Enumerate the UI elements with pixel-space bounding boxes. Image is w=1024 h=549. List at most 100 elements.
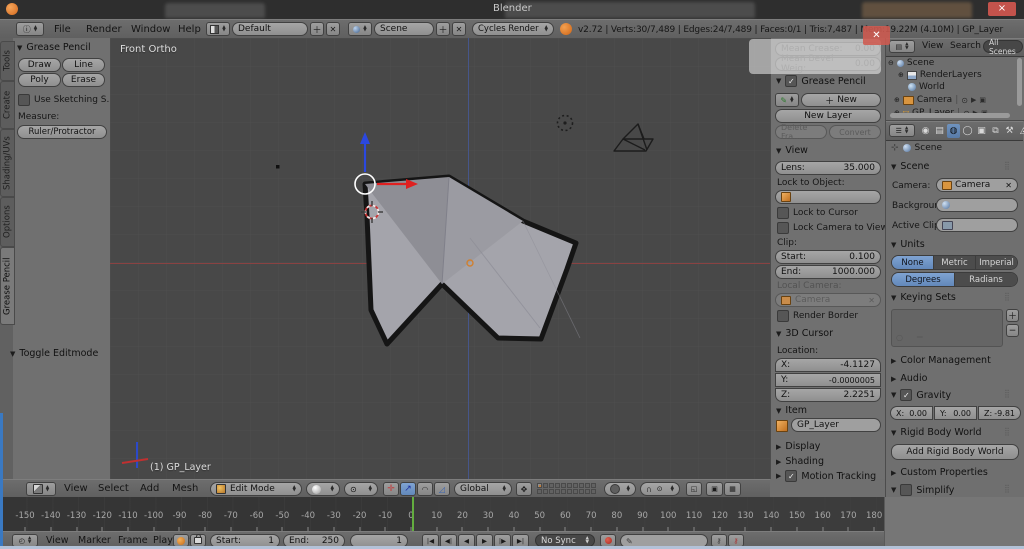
keying-sets-panel[interactable]: ▼Keying Sets: [891, 292, 956, 303]
menu-search[interactable]: Search: [950, 41, 981, 51]
add-rigid-body-world-button[interactable]: Add Rigid Body World: [891, 444, 1019, 460]
menu-file[interactable]: File: [54, 24, 71, 35]
layer-cell[interactable]: [549, 489, 554, 494]
expander-icon[interactable]: ⊖: [888, 59, 894, 67]
tab-object[interactable]: ▣: [975, 124, 988, 138]
units-system-segment[interactable]: None Metric Imperial: [891, 255, 1018, 270]
restrict-render-icon[interactable]: ▣: [979, 96, 986, 104]
layers-widget[interactable]: [537, 483, 596, 494]
manipulator-axes-button[interactable]: ✛: [383, 482, 399, 496]
menu-marker[interactable]: Marker: [78, 535, 111, 546]
tab-constraints[interactable]: ⧉: [989, 124, 1002, 138]
outliner-row-world[interactable]: World: [908, 81, 945, 93]
layer-cell[interactable]: [591, 489, 596, 494]
tab-physics[interactable]: ◬: [1017, 124, 1024, 138]
snap-select[interactable]: ∩⊙▲▼: [640, 482, 680, 496]
layer-cell[interactable]: [591, 483, 596, 488]
lock-camera-row[interactable]: Lock Camera to View: [777, 222, 888, 234]
simplify-panel[interactable]: ▼Simplify: [891, 484, 954, 496]
menu-view[interactable]: View: [64, 483, 88, 494]
menu-frame[interactable]: Frame: [118, 535, 148, 546]
tab-modifiers[interactable]: ⚒: [1003, 124, 1016, 138]
layer-cell[interactable]: [585, 489, 590, 494]
tab-scene[interactable]: ◍: [947, 124, 960, 138]
remove-keying-set-button[interactable]: −: [1006, 324, 1019, 337]
menu-add[interactable]: Add: [140, 483, 159, 494]
grease-pencil-panel-header[interactable]: ▼Grease Pencil: [17, 42, 91, 53]
outliner-row-camera[interactable]: ⊕ Camera | ⊙ ▶ ▣: [894, 94, 986, 106]
expander-icon[interactable]: ⊕: [898, 71, 904, 79]
menu-view[interactable]: View: [922, 41, 943, 51]
proportional-edit-select[interactable]: ▲▼: [604, 482, 636, 496]
scene-icon-button[interactable]: ▲▼: [348, 22, 372, 36]
menu-select[interactable]: Select: [98, 483, 129, 494]
poly-button[interactable]: Poly: [18, 73, 61, 87]
screen-layout-field[interactable]: Default: [232, 22, 308, 36]
viewport-shading-select[interactable]: ▲▼: [306, 482, 340, 496]
camera-field[interactable]: Camera✕: [936, 178, 1018, 192]
scene-panel[interactable]: ▼Scene: [891, 161, 929, 172]
screen-layout-icon-button[interactable]: ▲▼: [206, 22, 230, 36]
clip-start-field[interactable]: Start:0.100: [775, 250, 881, 264]
color-management-panel[interactable]: ▶Color Management: [891, 355, 991, 366]
layer-cell[interactable]: [585, 483, 590, 488]
render-engine-select[interactable]: Cycles Render▲▼: [472, 22, 554, 36]
viewport-3d[interactable]: Front Ortho (1) GP_Layer: [110, 38, 770, 479]
cursor-y-field[interactable]: Y:-0.0000005: [775, 373, 881, 387]
local-camera-field[interactable]: Camera✕: [775, 293, 881, 307]
layer-cell[interactable]: [543, 483, 548, 488]
layer-cell[interactable]: [573, 483, 578, 488]
units-rotation-segment[interactable]: Degrees Radians: [891, 272, 1018, 287]
add-scene-button[interactable]: ＋: [436, 22, 450, 36]
view-panel[interactable]: ▼View: [776, 145, 808, 156]
checkbox-checked-icon[interactable]: ✓: [785, 75, 797, 87]
editor-type-button[interactable]: ▤▲▼: [889, 40, 915, 53]
browser-tab[interactable]: [862, 2, 972, 18]
layer-cell[interactable]: [549, 483, 554, 488]
add-keying-set-button[interactable]: ＋: [1006, 309, 1019, 322]
mode-select[interactable]: Edit Mode▲▼: [210, 482, 302, 496]
toggle-editmode-panel-header[interactable]: ▼Toggle Editmode: [10, 348, 98, 359]
close-button[interactable]: ×: [988, 2, 1016, 16]
cursor-z-field[interactable]: Z:2.2251: [775, 388, 881, 402]
layer-cell[interactable]: [567, 483, 572, 488]
tab-world[interactable]: ◯: [961, 124, 974, 138]
keying-sets-list[interactable]: ○ ＝: [891, 309, 1003, 347]
radians-button[interactable]: Radians: [955, 273, 1017, 286]
pivot-select[interactable]: ⊙▲▼: [344, 482, 378, 496]
gp-source-select[interactable]: ✎▲▼: [775, 93, 799, 107]
menu-window[interactable]: Window: [131, 24, 170, 35]
timeline-tracks[interactable]: -150-140-130-120-110-100-90-80-70-60-50-…: [0, 497, 884, 531]
units-imperial-button[interactable]: Imperial: [976, 256, 1017, 269]
restrict-select-icon[interactable]: ▶: [971, 96, 976, 104]
layer-cell[interactable]: [567, 489, 572, 494]
shading-panel[interactable]: ▶Shading: [776, 456, 824, 467]
outliner-row-renderlayers[interactable]: ⊕ RenderLayers: [898, 69, 982, 81]
units-none-button[interactable]: None: [892, 256, 934, 269]
display-panel[interactable]: ▶Display: [776, 441, 820, 452]
layer-cell[interactable]: [579, 483, 584, 488]
layer-cell[interactable]: [555, 489, 560, 494]
orientation-select[interactable]: Global▲▼: [454, 482, 512, 496]
units-panel[interactable]: ▼Units: [891, 239, 925, 250]
erase-button[interactable]: Erase: [62, 73, 105, 87]
rigid-body-panel[interactable]: ▼Rigid Body World: [891, 427, 982, 438]
lock-to-cursor-row[interactable]: Lock to Cursor: [777, 207, 858, 219]
tab-shading-uvs[interactable]: Shading/UVs: [0, 129, 15, 197]
render-border-row[interactable]: Render Border: [777, 310, 858, 322]
menu-view[interactable]: View: [46, 535, 69, 546]
line-button[interactable]: Line: [62, 58, 105, 72]
render-opengl-button[interactable]: ▣: [706, 482, 723, 496]
browser-tab[interactable]: [505, 2, 755, 18]
active-clip-field[interactable]: [936, 218, 1018, 232]
use-sketching-row[interactable]: Use Sketching S...: [18, 94, 115, 106]
browser-tab[interactable]: [165, 3, 265, 18]
tab-grease-pencil[interactable]: Grease Pencil: [0, 247, 15, 325]
outliner-hscrollbar[interactable]: [890, 113, 1010, 118]
draw-button[interactable]: Draw: [18, 58, 61, 72]
editor-type-button[interactable]: ▲▼: [26, 482, 56, 496]
render-opengl-anim-button[interactable]: ▦: [724, 482, 741, 496]
gravity-panel[interactable]: ▼✓Gravity: [891, 389, 951, 401]
expander-icon[interactable]: ⊕: [894, 96, 900, 104]
tab-options[interactable]: Options: [0, 197, 15, 247]
